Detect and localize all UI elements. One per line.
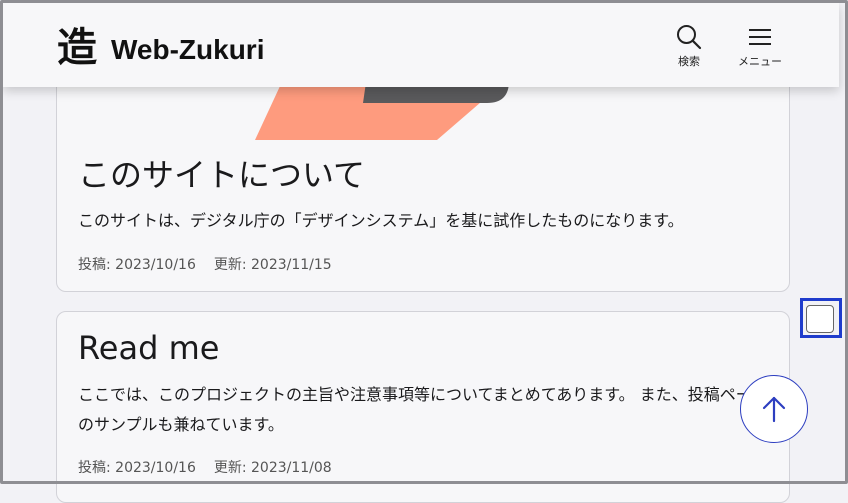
site-header: 造 Web-Zukuri 検索 メニュー <box>3 3 839 87</box>
search-label: 検索 <box>678 55 700 68</box>
updated-date: 更新: 2023/11/08 <box>213 460 332 476</box>
post-description: このサイトは、デジタル庁の「デザインシステム」を基に試作したものになります。 <box>78 211 684 230</box>
back-to-top-button[interactable] <box>740 375 808 443</box>
focused-checkbox[interactable] <box>806 305 834 333</box>
post-description: ここでは、このプロジェクトの主旨や注意事項等についてまとめてあります。 また、投… <box>78 385 768 434</box>
updated-date: 更新: 2023/11/15 <box>213 257 332 273</box>
post-meta: 投稿: 2023/10/16 更新: 2023/11/15 <box>78 255 350 275</box>
menu-label: メニュー <box>738 55 782 68</box>
search-button[interactable]: 検索 <box>659 23 719 79</box>
post-title[interactable]: Read me <box>78 328 219 368</box>
hamburger-menu-icon <box>749 29 771 45</box>
post-title[interactable]: このサイトについて <box>78 155 365 195</box>
search-icon <box>677 25 702 50</box>
menu-button[interactable]: メニュー <box>730 23 790 79</box>
logo-mark[interactable]: 造 <box>57 25 97 71</box>
arrow-up-icon <box>762 396 786 423</box>
post-meta: 投稿: 2023/10/16 更新: 2023/11/08 <box>78 458 350 478</box>
posted-date: 投稿: 2023/10/16 <box>78 257 196 273</box>
site-title[interactable]: Web-Zukuri <box>111 32 264 68</box>
post-card[interactable]: Read me ここでは、このプロジェクトの主旨や注意事項等についてまとめてあり… <box>56 311 790 503</box>
posted-date: 投稿: 2023/10/16 <box>78 460 196 476</box>
